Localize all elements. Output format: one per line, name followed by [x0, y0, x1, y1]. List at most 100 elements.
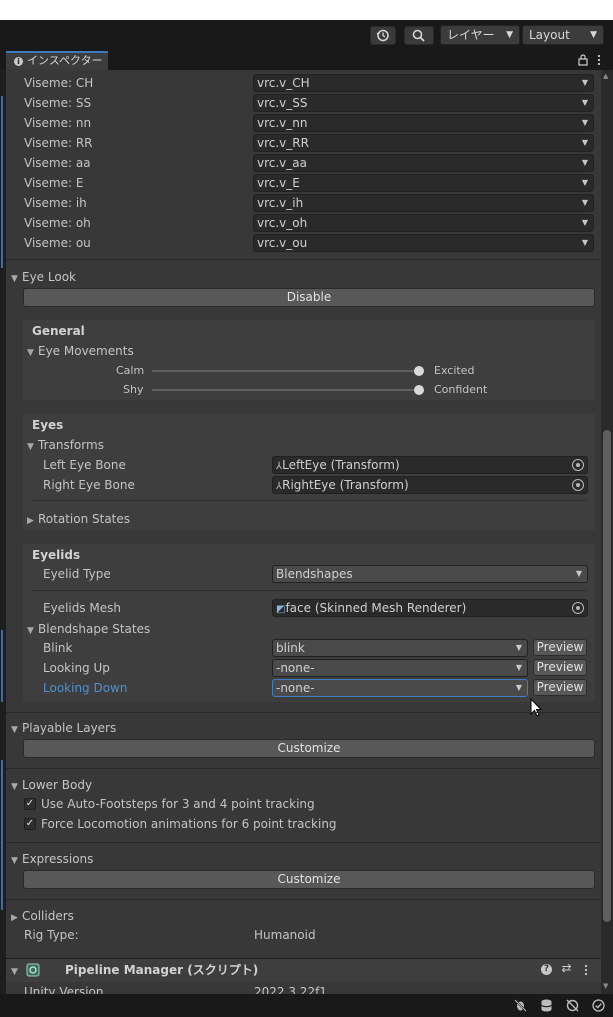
looking-down-value: -none- [276, 681, 315, 695]
viseme-dropdown[interactable]: vrc.v_E ▼ [253, 174, 594, 192]
viseme-dropdown[interactable]: vrc.v_CH ▼ [253, 74, 594, 92]
calm-excited-slider-handle[interactable] [414, 366, 424, 376]
chevron-down-icon: ▼ [515, 663, 522, 672]
rotation-states-foldout[interactable]: ▶ Rotation States [27, 509, 130, 529]
looking-up-preview-button[interactable]: Preview [533, 659, 587, 676]
scroll-down-arrow-icon[interactable]: ▼ [603, 982, 608, 990]
viseme-dropdown[interactable]: vrc.v_SS ▼ [253, 94, 594, 112]
shy-confident-slider-handle[interactable] [414, 385, 424, 395]
viseme-dropdown[interactable]: vrc.v_oh ▼ [253, 214, 594, 232]
playable-layers-header: Playable Layers [22, 721, 117, 735]
chevron-down-icon: ▼ [581, 78, 588, 87]
viseme-label: Viseme: oh [24, 216, 91, 230]
viseme-label: Viseme: CH [24, 76, 94, 90]
calm-label: Calm [116, 364, 145, 377]
tab-menu-button[interactable] [595, 53, 603, 67]
layers-dropdown[interactable]: レイヤー ▼ [440, 25, 520, 45]
viseme-dropdown[interactable]: vrc.v_ou ▼ [253, 234, 594, 252]
left-eye-bone-label: Left Eye Bone [43, 458, 126, 472]
looking-up-dropdown[interactable]: -none- ▼ [272, 659, 528, 677]
viseme-dropdown[interactable]: vrc.v_ih ▼ [253, 194, 594, 212]
blendshape-states-label: Blendshape States [38, 622, 151, 636]
kebab-menu-icon[interactable] [582, 963, 590, 977]
playable-layers-customize-button[interactable]: Customize [23, 739, 595, 758]
pipeline-manager-foldout[interactable]: ▼ [11, 960, 22, 980]
divider [6, 842, 601, 843]
scroll-up-arrow-icon[interactable]: ▲ [603, 72, 608, 80]
expressions-foldout[interactable]: ▼ Expressions [11, 849, 93, 869]
lock-button[interactable] [577, 53, 589, 67]
blendshape-states-foldout[interactable]: ▼ Blendshape States [27, 619, 150, 639]
network-off-icon[interactable] [565, 998, 580, 1013]
chevron-down-icon: ▼ [506, 30, 513, 40]
tab-bar: i インスペクター [0, 51, 613, 70]
viseme-dropdown[interactable]: vrc.v_aa ▼ [253, 154, 594, 172]
lower-body-foldout[interactable]: ▼ Lower Body [11, 775, 92, 795]
search-button[interactable] [404, 26, 434, 45]
chevron-down-icon: ▼ [581, 238, 588, 247]
colliders-foldout[interactable]: ▶ Colliders [11, 906, 74, 926]
viseme-label: Viseme: SS [24, 96, 92, 110]
eyelids-mesh-field[interactable]: ◩face (Skinned Mesh Renderer) [272, 599, 588, 617]
viseme-dropdown[interactable]: vrc.v_RR ▼ [253, 134, 594, 152]
object-picker-icon[interactable] [572, 459, 584, 471]
bug-off-icon[interactable] [513, 998, 528, 1013]
eye-look-foldout[interactable]: ▼ Eye Look [11, 267, 76, 287]
inspector-panel: Viseme: CH vrc.v_CH ▼ Viseme: SS vrc.v_SS… [0, 70, 613, 994]
layers-dropdown-label: レイヤー [447, 28, 495, 42]
eyelid-type-value: Blendshapes [276, 567, 353, 581]
transforms-foldout[interactable]: ▼ Transforms [27, 435, 104, 455]
playable-layers-foldout[interactable]: ▼ Playable Layers [11, 718, 116, 738]
right-eye-bone-value: RightEye (Transform) [282, 478, 409, 492]
database-icon[interactable] [539, 998, 554, 1013]
foldout-open-icon: ▼ [11, 725, 18, 735]
expressions-customize-button[interactable]: Customize [23, 870, 595, 889]
chevron-down-icon: ▼ [590, 30, 597, 40]
left-eye-bone-field[interactable]: ⅄LeftEye (Transform) [272, 456, 588, 474]
foldout-open-icon: ▼ [11, 274, 18, 284]
object-picker-icon[interactable] [572, 602, 584, 614]
chevron-down-icon: ▼ [581, 198, 588, 207]
foldout-open-icon: ▼ [11, 967, 18, 977]
vertical-scrollbar[interactable]: ▲ ▼ [601, 70, 613, 994]
preset-icon[interactable]: ⇄ [560, 961, 573, 976]
viseme-dropdown[interactable]: vrc.v_nn ▼ [253, 114, 594, 132]
eyelid-type-dropdown[interactable]: Blendshapes ▼ [272, 565, 588, 583]
scrollbar-thumb[interactable] [603, 430, 611, 922]
left-edge-strip [0, 70, 6, 994]
unity-version-label: Unity Version [24, 985, 104, 994]
divider [31, 590, 587, 591]
foldout-open-icon: ▼ [27, 442, 34, 452]
viseme-label: Viseme: RR [24, 136, 93, 150]
right-eye-bone-field[interactable]: ⅄RightEye (Transform) [272, 476, 588, 494]
tab-inspector-label: インスペクター [27, 54, 103, 67]
viseme-value: vrc.v_CH [257, 76, 310, 90]
viseme-label: Viseme: ih [24, 196, 87, 210]
viseme-value: vrc.v_RR [257, 136, 309, 150]
foldout-open-icon: ▼ [27, 626, 34, 636]
calm-excited-slider-track[interactable] [152, 370, 420, 372]
eye-movements-foldout[interactable]: ▼ Eye Movements [27, 341, 134, 361]
blink-preview-button[interactable]: Preview [533, 639, 587, 656]
chevron-down-icon: ▼ [515, 643, 522, 652]
rig-type-value: Humanoid [254, 928, 316, 942]
object-picker-icon[interactable] [572, 479, 584, 491]
info-icon: i [14, 57, 23, 66]
blink-dropdown[interactable]: blink ▼ [272, 639, 528, 657]
auto-footsteps-checkbox[interactable]: ✓ [24, 798, 36, 810]
disable-eye-look-button[interactable]: Disable [23, 288, 595, 307]
history-button[interactable] [370, 26, 396, 45]
help-icon[interactable]: ? [541, 964, 552, 975]
shy-confident-slider-track[interactable] [152, 389, 420, 391]
rig-type-label: Rig Type: [24, 928, 79, 942]
check-circle-icon[interactable] [591, 998, 606, 1013]
force-locomotion-checkbox[interactable]: ✓ [24, 818, 36, 830]
search-icon [412, 29, 425, 42]
layout-dropdown[interactable]: Layout ▼ [522, 25, 604, 45]
history-icon [376, 29, 389, 42]
tab-inspector[interactable]: i インスペクター [6, 51, 108, 70]
looking-down-dropdown[interactable]: -none- ▼ [272, 679, 528, 697]
script-component-icon [26, 963, 40, 977]
looking-down-preview-button[interactable]: Preview [533, 679, 587, 696]
viseme-value: vrc.v_ou [257, 236, 308, 250]
